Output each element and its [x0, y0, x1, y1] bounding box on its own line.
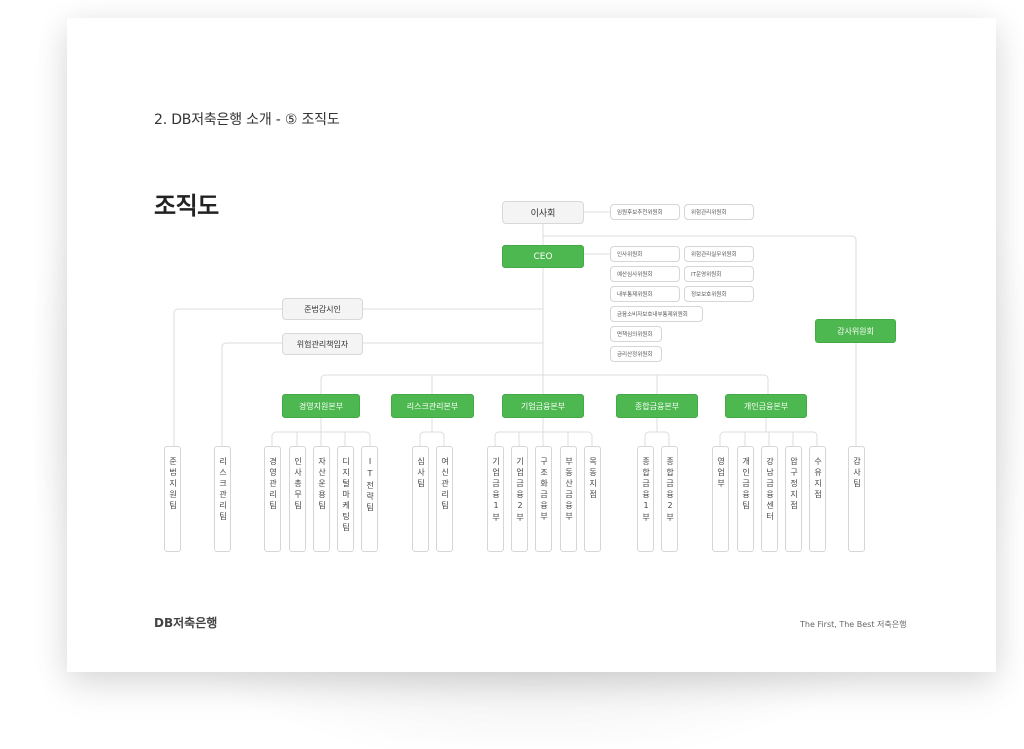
team-it-strategy: IT전략팀 — [361, 446, 378, 552]
division-risk-management: 리스크관리본부 — [391, 394, 474, 418]
committee-infosec: 정보보호위원회 — [684, 286, 754, 302]
committee-exemption: 면책심의위원회 — [610, 326, 662, 342]
team-corporate-finance-2: 기업금융2부 — [511, 446, 528, 552]
team-corporate-finance-1: 기업금융1부 — [487, 446, 504, 552]
team-risk-management: 리스크관리팀 — [214, 446, 231, 552]
division-management-support: 경영지원본부 — [282, 394, 360, 418]
team-compliance-support: 준법지원팀 — [164, 446, 181, 552]
team-management: 경영관리팀 — [264, 446, 281, 552]
ceo-label: CEO — [533, 251, 553, 262]
committee-interest-rate: 금리산정위원회 — [610, 346, 662, 362]
division-corporate-finance: 기업금융본부 — [502, 394, 584, 418]
team-loan-management: 여신관리팀 — [436, 446, 453, 552]
footer-slogan: The First, The Best 저축은행 — [800, 620, 907, 629]
ceo-box: CEO — [502, 245, 584, 268]
committee-consumer-protection: 금융소비자보호내부통제위원회 — [610, 306, 703, 322]
committee-it: IT운영위원회 — [684, 266, 754, 282]
team-general-finance-2: 종합금융2부 — [661, 446, 678, 552]
team-mokdong-branch: 목동지점 — [584, 446, 601, 552]
division-retail-finance: 개인금융본부 — [725, 394, 807, 418]
page-title: 조직도 — [154, 192, 219, 220]
team-real-estate-finance: 부동산금융부 — [560, 446, 577, 552]
team-retail-finance: 개인금융팀 — [737, 446, 754, 552]
team-apgujeong-branch: 압구정지점 — [785, 446, 802, 552]
team-general-finance-1: 종합금융1부 — [637, 446, 654, 552]
team-sales: 영업부 — [712, 446, 729, 552]
committee-budget: 예산심사위원회 — [610, 266, 680, 282]
team-suyu-branch: 수유지점 — [809, 446, 826, 552]
team-asset-management: 자산운용팀 — [313, 446, 330, 552]
committee-risk-management: 위험관리위원회 — [684, 204, 754, 220]
committee-nomination: 임원후보추천위원회 — [610, 204, 680, 220]
team-structured-finance: 구조화금융부 — [535, 446, 552, 552]
section-title: 2. DB저축은행 소개 - ⑤ 조직도 — [154, 112, 340, 128]
committee-internal-control: 내부통제위원회 — [610, 286, 680, 302]
team-credit-review: 심사팀 — [412, 446, 429, 552]
division-general-finance: 종합금융본부 — [616, 394, 698, 418]
board-label: 이사회 — [530, 209, 556, 219]
committee-risk-working: 위험관리실무위원회 — [684, 246, 754, 262]
team-gangnam-center: 강남금융센터 — [761, 446, 778, 552]
team-digital-marketing: 디지털마케팅팀 — [337, 446, 354, 552]
compliance-officer-box: 준법감시인 — [282, 298, 363, 320]
audit-committee-box: 감사위원회 — [815, 319, 896, 343]
team-hr-general: 인사총무팀 — [289, 446, 306, 552]
risk-officer-box: 위험관리책임자 — [282, 333, 363, 355]
committee-hr: 인사위원회 — [610, 246, 680, 262]
footer-logo: DB저축은행 — [154, 616, 218, 630]
board-box: 이사회 — [502, 201, 584, 224]
team-audit: 감사팀 — [848, 446, 865, 552]
